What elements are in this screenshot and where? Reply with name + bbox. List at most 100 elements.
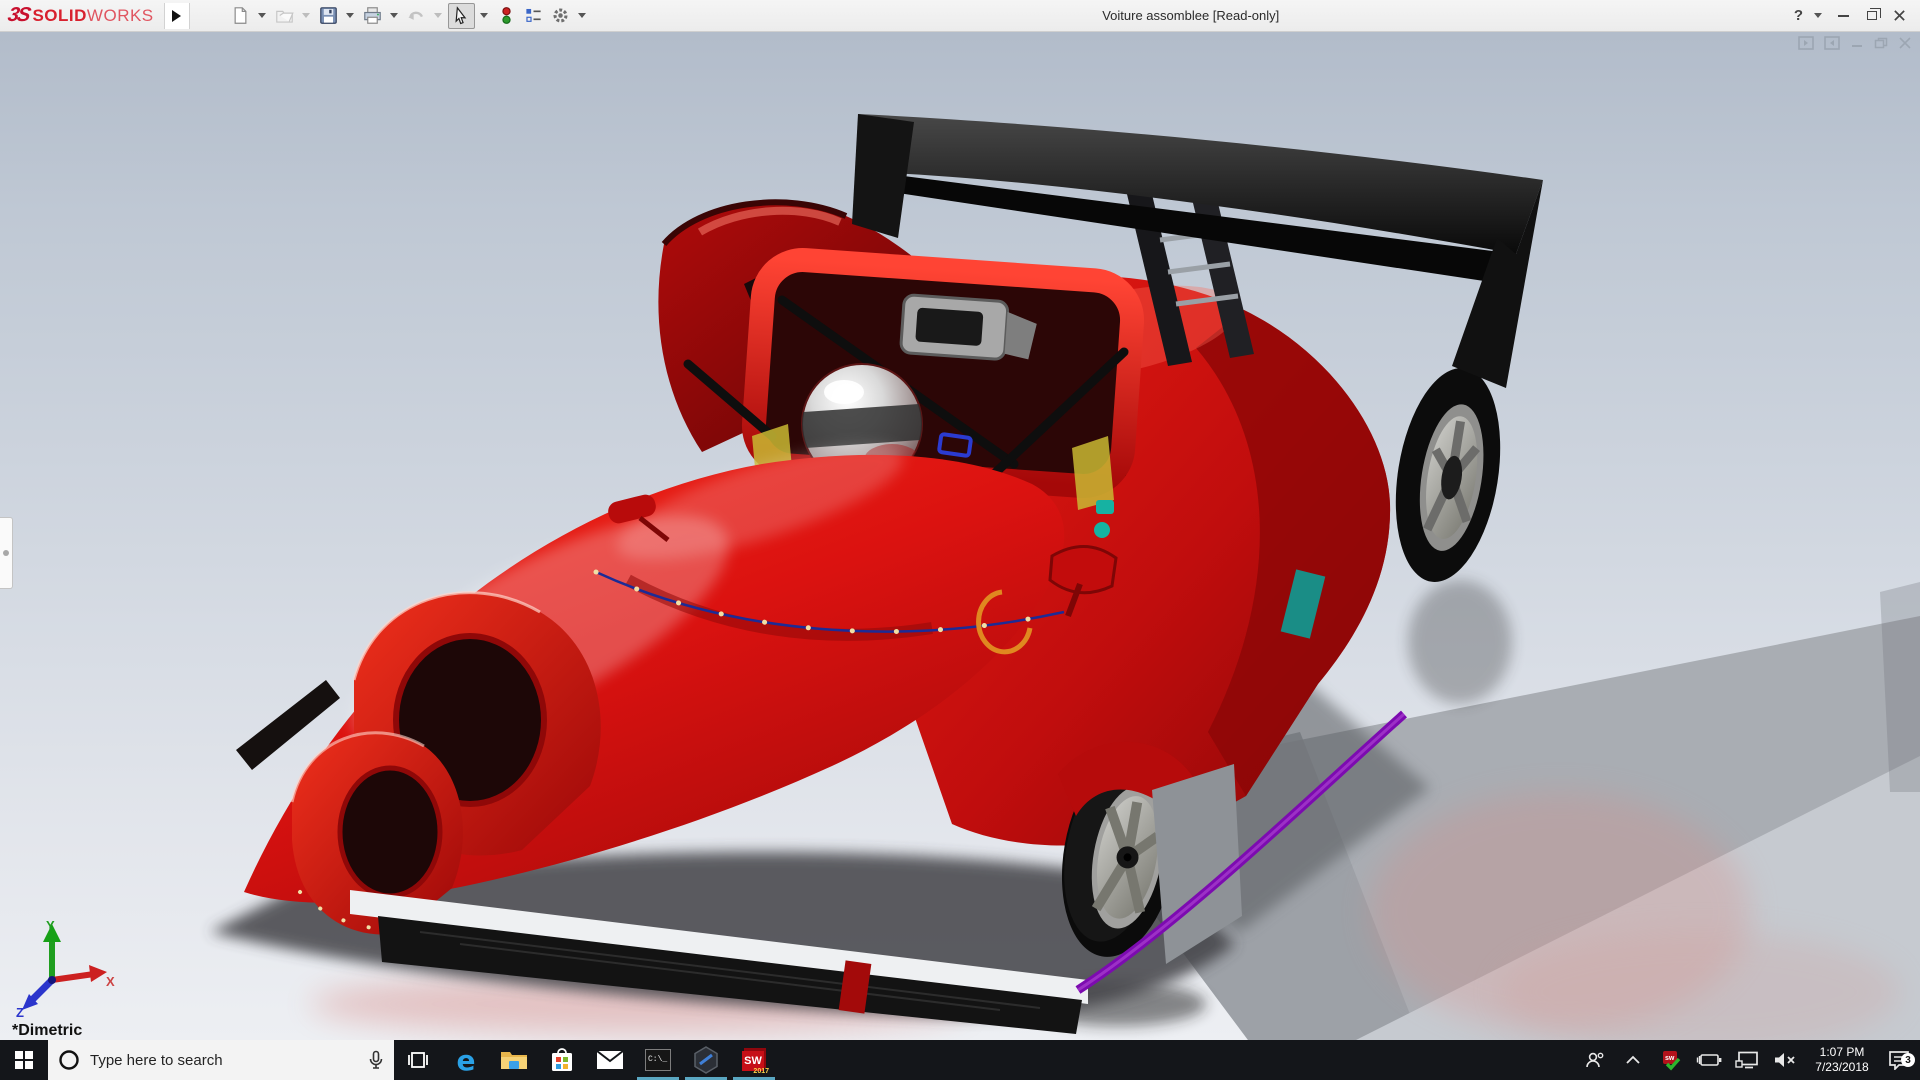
menu-flyout-button[interactable]	[163, 2, 190, 29]
battery-tray[interactable]	[1692, 1052, 1726, 1068]
action-center-button[interactable]: 3	[1882, 1050, 1916, 1070]
store-icon	[552, 1048, 572, 1071]
select-dropdown[interactable]	[479, 13, 488, 18]
doc-close-icon[interactable]	[1898, 37, 1912, 49]
undo-button[interactable]	[404, 3, 429, 29]
taskbar-app-edge[interactable]: e	[442, 1040, 490, 1080]
new-document-icon	[234, 7, 247, 24]
view-orientation-label: *Dimetric	[12, 1022, 83, 1039]
display-states-button[interactable]	[494, 3, 519, 29]
open-folder-icon	[275, 10, 294, 23]
clock-time: 1:07 PM	[1819, 1045, 1865, 1059]
taskbar-app-file-explorer[interactable]	[490, 1040, 538, 1080]
people-button[interactable]	[1578, 1051, 1612, 1069]
task-view-icon	[408, 1052, 428, 1068]
orientation-triad: Y X Z	[16, 918, 115, 1018]
volume-tray[interactable]	[1768, 1051, 1802, 1069]
taskbar-clock[interactable]: 1:07 PM 7/23/2018	[1806, 1045, 1878, 1075]
taskbar-app-store[interactable]	[538, 1040, 586, 1080]
right-mirror	[1048, 545, 1118, 595]
print-dropdown[interactable]	[389, 13, 398, 18]
undo-dropdown[interactable]	[433, 13, 442, 18]
hidden-icons-button[interactable]	[1616, 1055, 1650, 1065]
save-floppy-icon	[319, 7, 337, 24]
doc-restore-icon[interactable]	[1874, 37, 1888, 49]
taskbar-app-edrawings[interactable]	[682, 1040, 730, 1080]
window-title: Voiture assomblee [Read-only]	[1102, 8, 1280, 23]
help-button[interactable]: ?	[1792, 7, 1805, 24]
taskbar-app-solidworks[interactable]: SW 2017	[730, 1040, 778, 1080]
save-button[interactable]	[316, 3, 341, 29]
y-axis-label: Y	[46, 918, 55, 933]
taskbar-app-mail[interactable]	[586, 1040, 634, 1080]
chevron-up-icon	[1626, 1055, 1640, 1064]
new-document-button[interactable]	[228, 3, 253, 29]
graphics-area[interactable]: Y X Z *Dimetric	[0, 32, 1920, 1040]
wheel-arch-opening-2	[337, 765, 443, 899]
solidworks-2017-icon: SW 2017	[741, 1047, 769, 1075]
save-dropdown[interactable]	[345, 13, 354, 18]
solidworks-logo: 3S SOLID WORKS	[0, 0, 164, 31]
taskbar-search[interactable]	[48, 1040, 394, 1080]
new-dropdown[interactable]	[257, 13, 266, 18]
dock-right-icon[interactable]	[1824, 36, 1840, 50]
open-button[interactable]	[272, 3, 297, 29]
play-arrow-icon	[172, 9, 182, 22]
traffic-light-icon	[502, 7, 511, 24]
start-button[interactable]	[0, 1040, 48, 1080]
network-tray[interactable]	[1730, 1051, 1764, 1069]
help-dropdown[interactable]	[1814, 13, 1822, 18]
select-cursor-icon	[455, 6, 466, 25]
teal-fitting	[1096, 500, 1114, 514]
document-window-controls	[1798, 36, 1912, 50]
system-tray: sw 1:07 PM 7/23/2018 3	[1578, 1040, 1920, 1080]
close-button[interactable]	[1893, 9, 1906, 22]
rear-right-wheel	[1395, 368, 1501, 582]
people-icon	[1586, 1052, 1604, 1068]
gear-icon	[553, 8, 568, 23]
tab-grip-icon	[3, 550, 9, 556]
logo-text-works: WORKS	[86, 5, 154, 25]
svg-text:sw: sw	[1665, 1055, 1675, 1062]
mail-icon	[596, 1050, 624, 1069]
wing-endplate-left	[852, 114, 914, 238]
x-axis-arrow-icon	[89, 965, 107, 982]
windows-logo-icon	[15, 1051, 33, 1069]
solidworks-check-icon: sw	[1663, 1051, 1681, 1071]
titlebar: 3S SOLID WORKS Voiture assomblee [Read-o…	[0, 0, 1920, 32]
options-list-icon	[526, 8, 541, 22]
dock-left-icon[interactable]	[1798, 36, 1814, 50]
open-dropdown[interactable]	[301, 13, 310, 18]
3d-viewport-canvas[interactable]	[0, 32, 1920, 1040]
microphone-icon[interactable]	[368, 1050, 384, 1070]
teal-knob	[1094, 522, 1110, 538]
ds-logo-icon: 3S	[5, 4, 31, 26]
battery-icon	[1696, 1054, 1722, 1066]
volume-muted-icon	[1775, 1053, 1795, 1067]
window-controls: ?	[1792, 7, 1920, 24]
taskbar-app-command-prompt[interactable]: C:\_	[634, 1040, 682, 1080]
network-icon	[1735, 1051, 1758, 1069]
print-button[interactable]	[360, 3, 385, 29]
main-toolbar	[228, 2, 590, 29]
hexagon-app-icon	[694, 1046, 718, 1074]
task-view-button[interactable]	[394, 1040, 442, 1080]
notification-badge: 3	[1901, 1053, 1915, 1067]
clock-date: 7/23/2018	[1815, 1060, 1869, 1074]
solidworks-tray-status[interactable]: sw	[1654, 1049, 1688, 1071]
undo-icon	[408, 11, 423, 20]
settings-dropdown[interactable]	[577, 13, 586, 18]
feature-panel-tab[interactable]	[0, 517, 13, 589]
options-list-button[interactable]	[521, 3, 546, 29]
logo-text-solid: SOLID	[32, 5, 87, 25]
doc-minimize-icon[interactable]	[1850, 37, 1864, 49]
minimize-button[interactable]	[1838, 14, 1849, 17]
restore-button[interactable]	[1867, 8, 1881, 20]
select-tool-button[interactable]	[447, 2, 475, 29]
print-icon	[363, 7, 381, 24]
search-input[interactable]	[90, 1051, 358, 1069]
file-explorer-icon	[501, 1052, 527, 1069]
settings-button[interactable]	[548, 3, 573, 29]
cockpit-panel-right	[1072, 436, 1114, 510]
x-axis-label: X	[106, 974, 115, 989]
